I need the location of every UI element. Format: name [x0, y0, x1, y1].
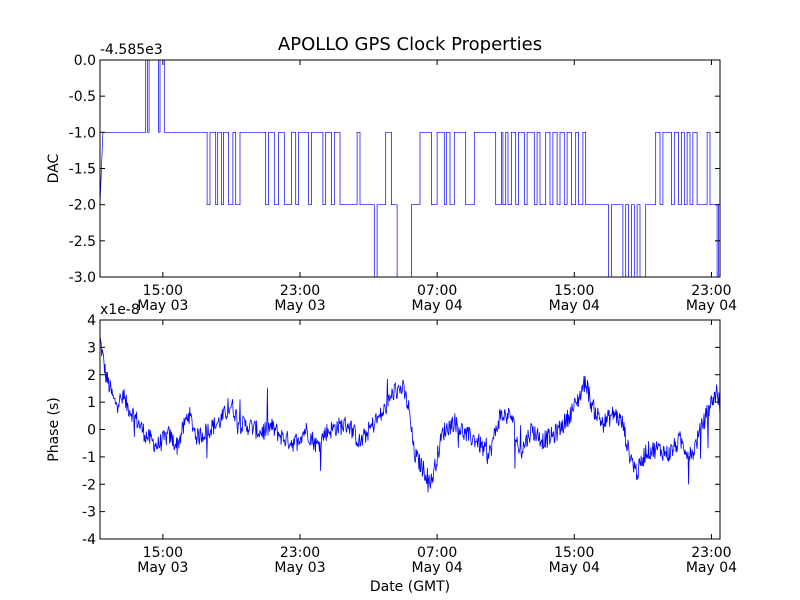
y-tick-label: -1 — [82, 450, 96, 466]
x-tick-label-date: May 03 — [274, 560, 325, 576]
x-tick-label-time: 15:00 — [554, 283, 594, 299]
y-tick-label: -2 — [82, 477, 96, 493]
y-axis-label: DAC — [46, 153, 62, 183]
y-tick-label: -3 — [82, 505, 96, 521]
y-tick-label: -2.5 — [69, 234, 96, 250]
x-tick-label-date: May 04 — [412, 298, 463, 314]
y-tick-label: 0 — [87, 423, 96, 439]
figure-title: APOLLO GPS Clock Properties — [278, 34, 542, 55]
x-tick-label-time: 23:00 — [691, 283, 731, 299]
y-tick-label: 3 — [87, 340, 96, 356]
y-tick-label: -3.0 — [69, 270, 96, 286]
x-tick-label-time: 23:00 — [280, 545, 320, 561]
x-tick-label-date: May 04 — [549, 298, 600, 314]
x-tick-label-time: 15:00 — [143, 283, 183, 299]
figure: APOLLO GPS Clock Properties 0.0 -0.5 -1.0 -… — [0, 0, 800, 600]
x-tick-label-time: 15:00 — [143, 545, 183, 561]
y-tick-label: 4 — [87, 313, 96, 329]
x-tick-label-time: 23:00 — [691, 545, 731, 561]
x-tick-label-date: May 03 — [137, 298, 188, 314]
x-tick-label-date: May 03 — [274, 298, 325, 314]
x-tick-label-date: May 04 — [686, 298, 737, 314]
x-tick-label-time: 07:00 — [417, 545, 457, 561]
x-tick-label-date: May 03 — [137, 560, 188, 576]
x-tick-label-date: May 04 — [549, 560, 600, 576]
y-tick-label: 2 — [87, 368, 96, 384]
y-tick-label: -2.0 — [69, 198, 96, 214]
y-tick-label: -0.5 — [69, 89, 96, 105]
dac-panel: 0.0-0.5-1.0-1.5-2.0-2.5-3.015:00May 0323… — [46, 42, 737, 314]
y-tick-label: -1.0 — [69, 125, 96, 141]
offset-text: -4.585e3 — [100, 42, 163, 58]
x-axis-label: Date (GMT) — [370, 579, 450, 595]
y-tick-label: -1.5 — [69, 162, 96, 178]
y-tick-label: 0.0 — [74, 53, 96, 69]
plot-area — [100, 60, 720, 277]
x-tick-label-time: 23:00 — [280, 283, 320, 299]
x-tick-label-date: May 04 — [686, 560, 737, 576]
y-tick-label: -4 — [82, 532, 96, 548]
offset-text: x1e-8 — [100, 302, 140, 318]
x-tick-label-date: May 04 — [412, 560, 463, 576]
x-tick-label-time: 15:00 — [554, 545, 594, 561]
x-tick-label-time: 07:00 — [417, 283, 457, 299]
y-axis-label: Phase (s) — [46, 397, 62, 461]
y-tick-label: 1 — [87, 395, 96, 411]
